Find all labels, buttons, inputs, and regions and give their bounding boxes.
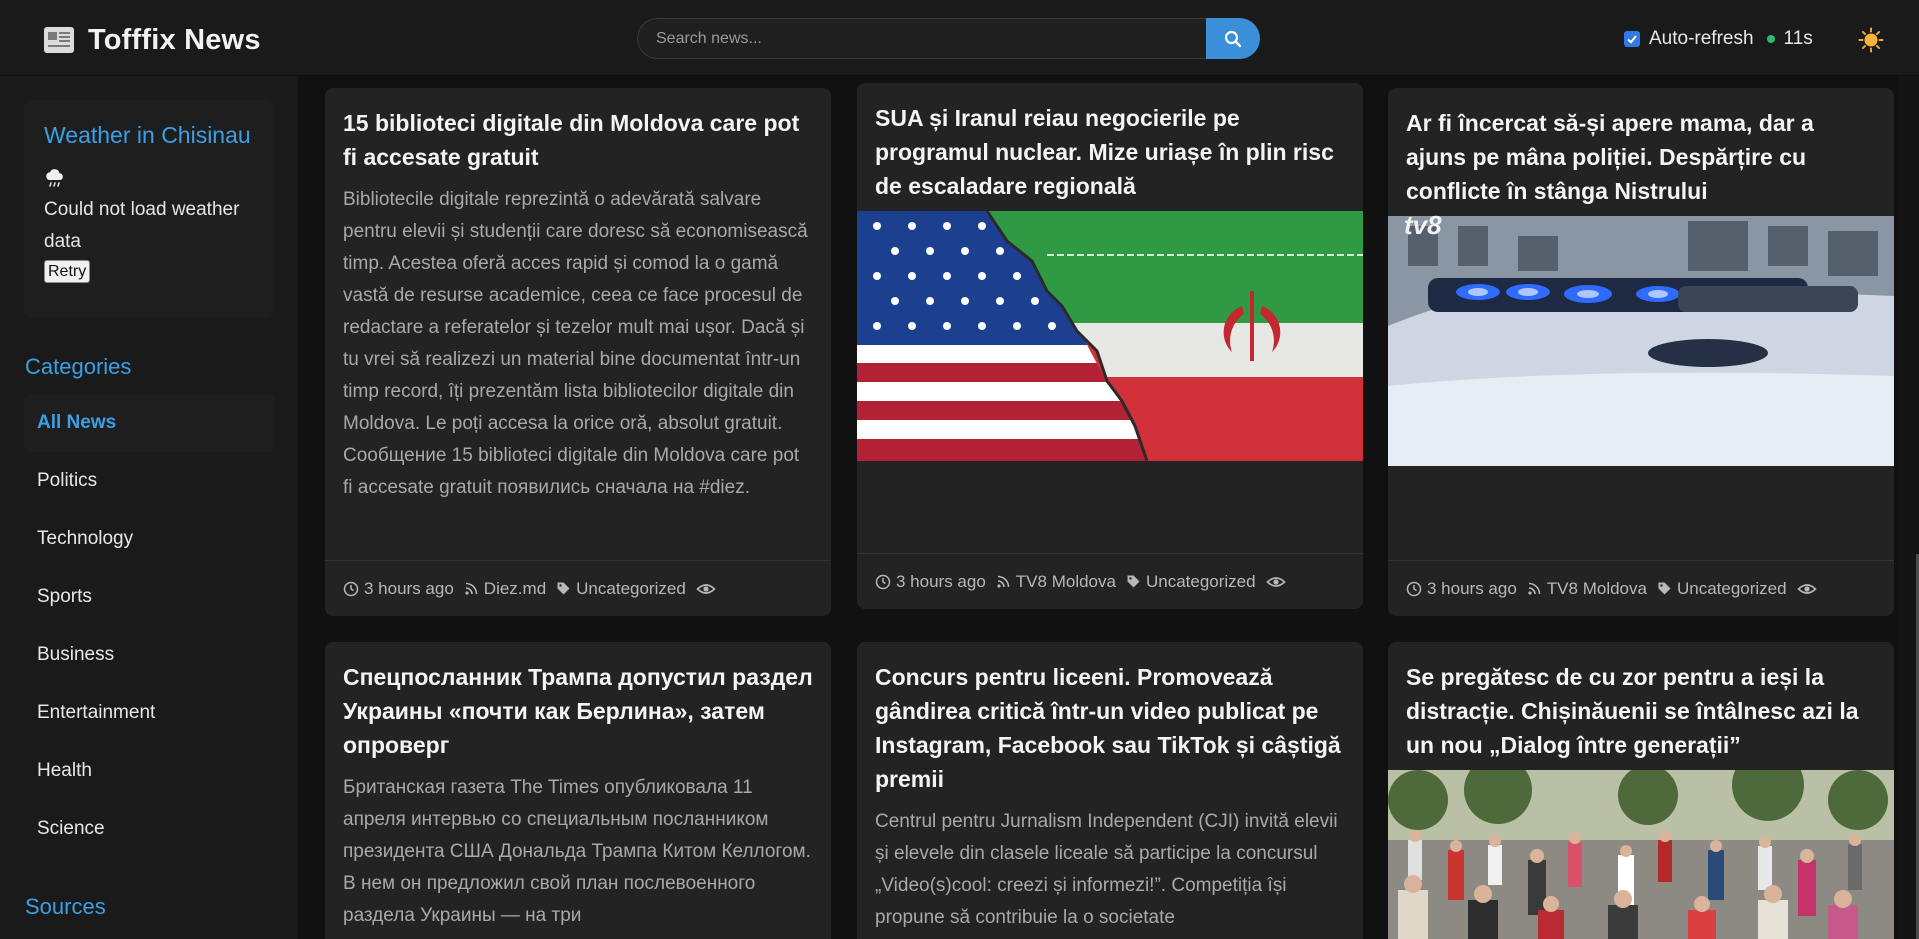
- source-text[interactable]: Diez.md: [484, 579, 546, 599]
- dancing-crowd-park-image[interactable]: [1388, 770, 1894, 939]
- timestamp: 3 hours ago: [875, 572, 986, 592]
- view-button[interactable]: [1265, 574, 1286, 590]
- news-card-description: Centrul pentru Jurnalism Independent (CJ…: [875, 811, 1338, 928]
- source: Diez.md: [464, 579, 546, 599]
- timestamp: 3 hours ago: [343, 579, 454, 599]
- tag-icon: [1127, 575, 1140, 588]
- auto-refresh-control: Auto-refresh 11s: [1624, 26, 1813, 52]
- category-item-technology[interactable]: Technology: [24, 510, 274, 568]
- category-tag: Uncategorized: [1657, 579, 1787, 599]
- view-button[interactable]: [1796, 581, 1817, 597]
- clock-icon: [875, 574, 891, 589]
- category-item-science[interactable]: Science: [24, 800, 274, 858]
- news-card-image[interactable]: tv8: [1388, 210, 1894, 466]
- timestamp-text: 3 hours ago: [1427, 578, 1517, 598]
- news-card-meta: 3 hours ago TV8 Moldova Uncategorized: [1388, 560, 1894, 616]
- tv8-watermark: tv8: [1404, 210, 1442, 240]
- timestamp: 3 hours ago: [1406, 579, 1517, 599]
- cloud-rain-icon: [46, 169, 63, 187]
- status-dot: [1766, 35, 1775, 43]
- tag-icon: [557, 582, 570, 595]
- eye-icon: [696, 583, 716, 594]
- category-text[interactable]: Uncategorized: [576, 579, 686, 599]
- weather-title: Weather in Chisinau: [44, 122, 251, 148]
- news-card[interactable]: Concurs pentru liceeni. Promovează gândi…: [857, 642, 1363, 939]
- timestamp-text: 3 hours ago: [896, 571, 986, 591]
- retry-button[interactable]: Retry: [44, 260, 91, 283]
- news-card[interactable]: Ar fi încercat să-și apere mama, dar a a…: [1388, 88, 1894, 616]
- source-text[interactable]: TV8 Moldova: [1016, 572, 1116, 592]
- category-item-business[interactable]: Business: [24, 626, 274, 684]
- category-item-politics[interactable]: Politics: [24, 452, 274, 510]
- top-header: Tofffix News Auto-refresh 11s: [0, 0, 1919, 76]
- search-bar: [637, 18, 1260, 59]
- source: TV8 Moldova: [996, 572, 1116, 592]
- theme-toggle-button[interactable]: [1858, 27, 1884, 53]
- news-card-title[interactable]: Se pregătesc de cu zor pentru a ieși la …: [1388, 642, 1894, 762]
- app-title: Tofffix News: [88, 23, 261, 56]
- news-card[interactable]: 15 biblioteci digitale din Moldova care …: [325, 88, 831, 616]
- newspaper-icon: [44, 27, 74, 53]
- view-button[interactable]: [696, 581, 716, 597]
- police-car-image: [1388, 216, 1894, 466]
- search-icon: [1224, 30, 1242, 47]
- category-item-sports[interactable]: Sports: [24, 568, 274, 626]
- sidebar: Weather in Chisinau Could not load weath…: [0, 76, 298, 939]
- news-card-title[interactable]: 15 biblioteci digitale din Moldova care …: [325, 88, 831, 174]
- news-card-title[interactable]: Concurs pentru liceeni. Promovează gândi…: [857, 642, 1363, 796]
- category-item-entertainment[interactable]: Entertainment: [24, 684, 274, 742]
- news-card-title[interactable]: Ar fi încercat să-și apere mama, dar a a…: [1388, 88, 1894, 208]
- scrollbar[interactable]: [1898, 76, 1919, 939]
- eye-icon: [1265, 576, 1286, 587]
- category-item-all-news[interactable]: All News: [24, 394, 274, 452]
- brand[interactable]: Tofffix News: [44, 22, 261, 58]
- category-text[interactable]: Uncategorized: [1146, 572, 1256, 592]
- tag-icon: [1658, 582, 1671, 595]
- search-button[interactable]: [1206, 18, 1260, 59]
- weather-error-message: Could not load weather data: [44, 199, 240, 252]
- auto-refresh-checkbox[interactable]: [1624, 31, 1640, 47]
- clock-icon: [343, 581, 359, 596]
- news-feed: 15 biblioteci digitale din Moldova care …: [298, 76, 1898, 939]
- weather-widget: Weather in Chisinau Could not load weath…: [24, 100, 274, 318]
- news-card[interactable]: Se pregătesc de cu zor pentru a ieși la …: [1388, 642, 1894, 939]
- news-card[interactable]: SUA și Iranul reiau negocierile pe progr…: [857, 83, 1363, 609]
- eye-icon: [1796, 583, 1817, 594]
- checkmark-icon: [1627, 35, 1637, 44]
- refresh-countdown: 11s: [1783, 28, 1813, 49]
- news-card-description: Британская газета The Times опубликовала…: [343, 777, 811, 926]
- sources-heading: Sources: [25, 894, 106, 919]
- category-text[interactable]: Uncategorized: [1677, 579, 1787, 599]
- category-item-health[interactable]: Health: [24, 742, 274, 800]
- news-card-description: Bibliotecile digitale reprezintă o adevă…: [343, 189, 808, 498]
- source-text[interactable]: TV8 Moldova: [1547, 579, 1647, 599]
- search-input[interactable]: [637, 18, 1206, 59]
- news-card-title[interactable]: Спецпосланник Трампа допустил раздел Укр…: [325, 642, 831, 762]
- rss-icon: [465, 582, 478, 595]
- clock-icon: [1406, 581, 1422, 596]
- timestamp-text: 3 hours ago: [364, 578, 454, 598]
- category-tag: Uncategorized: [1126, 572, 1256, 592]
- sun-icon: [1858, 27, 1884, 53]
- category-tag: Uncategorized: [556, 579, 686, 599]
- source: TV8 Moldova: [1527, 579, 1647, 599]
- news-card-meta: 3 hours ago TV8 Moldova Uncategorized: [857, 553, 1363, 609]
- rss-icon: [1528, 582, 1541, 595]
- us-iran-flags-image[interactable]: [857, 211, 1363, 461]
- categories-heading: Categories: [25, 354, 132, 379]
- news-card-title[interactable]: SUA și Iranul reiau negocierile pe progr…: [857, 83, 1363, 203]
- category-list: All News Politics Technology Sports Busi…: [24, 394, 274, 858]
- news-card[interactable]: Спецпосланник Трампа допустил раздел Укр…: [325, 642, 831, 939]
- news-card-meta: 3 hours ago Diez.md Uncategorized: [325, 560, 831, 616]
- rss-icon: [997, 575, 1010, 588]
- auto-refresh-label[interactable]: Auto-refresh: [1649, 28, 1754, 50]
